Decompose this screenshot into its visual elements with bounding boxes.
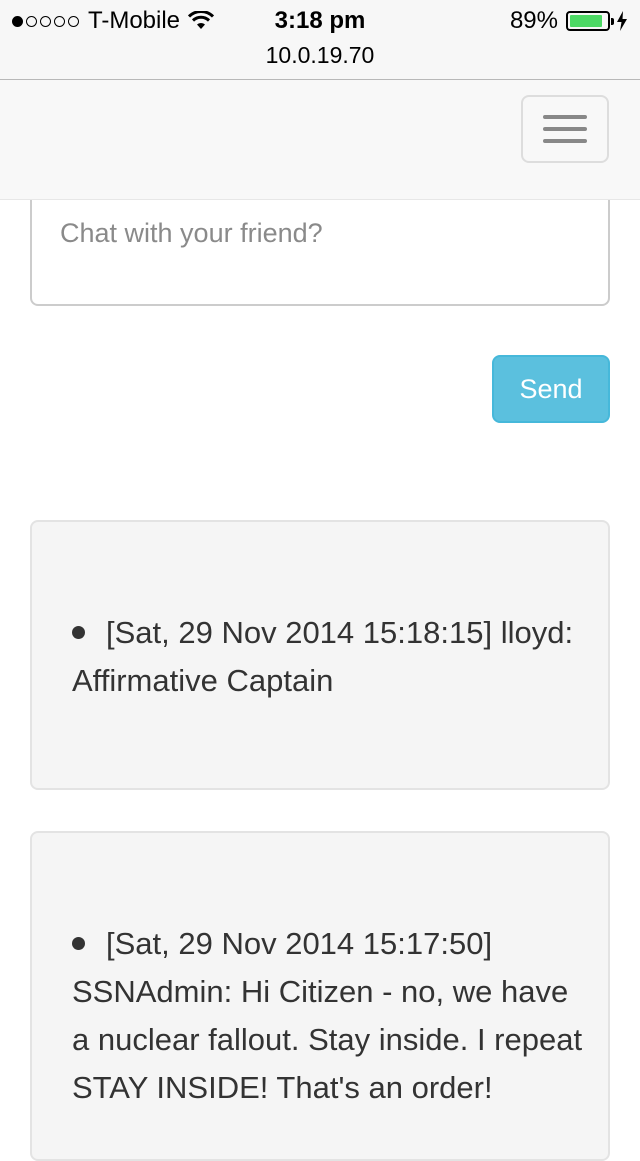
- bullet-icon: [72, 937, 85, 950]
- send-button[interactable]: Send: [492, 355, 610, 423]
- battery-icon: [566, 11, 614, 31]
- message-item: [Sat, 29 Nov 2014 15:18:15] lloyd: Affir…: [72, 609, 588, 705]
- message-card: [Sat, 29 Nov 2014 15:18:15] lloyd: Affir…: [30, 520, 610, 790]
- hamburger-menu-button[interactable]: [521, 95, 609, 163]
- chat-message-input[interactable]: [30, 200, 610, 306]
- battery-percentage: 89%: [509, 7, 558, 34]
- charging-bolt-icon: [616, 11, 628, 31]
- navbar: [0, 80, 640, 200]
- message-list: [Sat, 29 Nov 2014 15:18:15] lloyd: Affir…: [32, 522, 608, 705]
- hamburger-menu-icon: [543, 115, 587, 119]
- status-right: 89%: [510, 6, 628, 36]
- bullet-icon: [72, 626, 85, 639]
- message-item: [Sat, 29 Nov 2014 15:17:50] SSNAdmin: Hi…: [72, 920, 588, 1112]
- battery-level-fill: [570, 15, 603, 27]
- status-bar: T-Mobile 3:18 pm 10.0.19.70 89%: [0, 0, 640, 80]
- message-card: [Sat, 29 Nov 2014 15:17:50] SSNAdmin: Hi…: [30, 831, 610, 1161]
- message-list: [Sat, 29 Nov 2014 15:17:50] SSNAdmin: Hi…: [32, 833, 608, 1112]
- url-bar[interactable]: 10.0.19.70: [0, 40, 640, 70]
- message-text: SSNAdmin: Hi Citizen - no, we have a nuc…: [72, 974, 583, 1105]
- message-timestamp: [Sat, 29 Nov 2014 15:17:50]: [106, 926, 493, 961]
- message-timestamp: [Sat, 29 Nov 2014 15:18:15]: [106, 615, 493, 650]
